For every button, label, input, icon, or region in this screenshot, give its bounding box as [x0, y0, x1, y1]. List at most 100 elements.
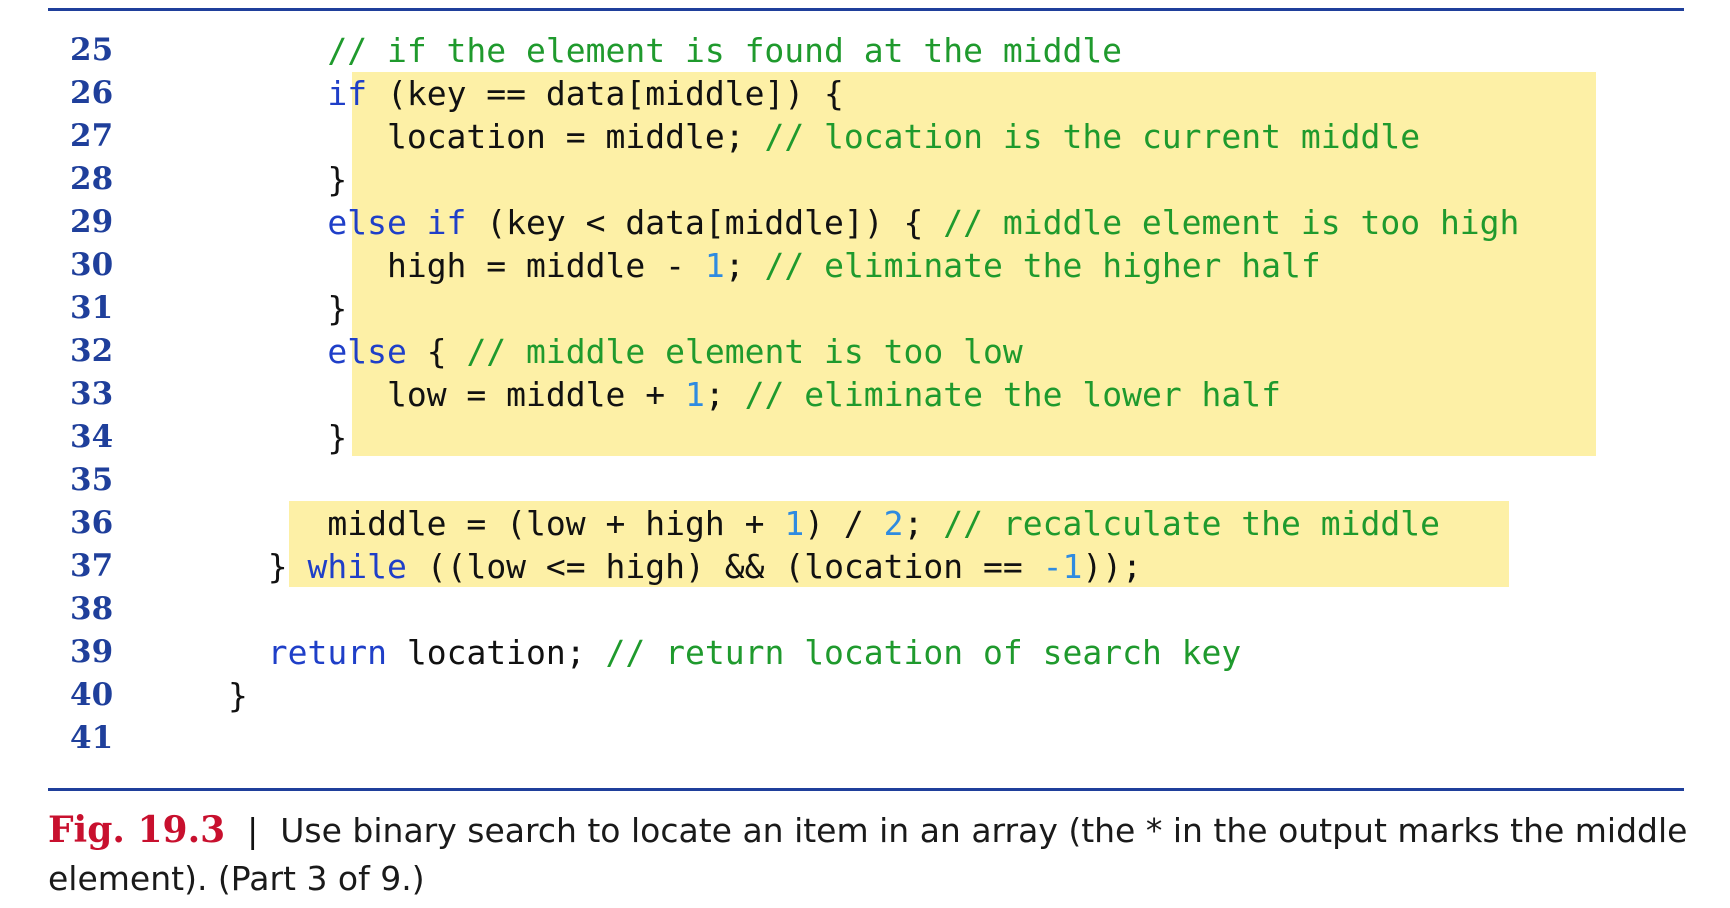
code-line: 30 high = middle - 1; // eliminate the h… [0, 244, 1730, 287]
line-number: 30 [70, 247, 114, 283]
caption-separator: | [247, 811, 259, 850]
code-text: else { // middle element is too low [228, 330, 1023, 373]
code-listing: 25 // if the element is found at the mid… [0, 29, 1730, 760]
line-number: 29 [70, 204, 114, 240]
line-number: 40 [70, 677, 114, 713]
comment-token: // middle element is too low [466, 332, 1023, 371]
code-token: low = middle + [386, 375, 685, 414]
code-text: high = middle - 1; // eliminate the high… [228, 244, 1321, 287]
code-token: )); [1082, 547, 1142, 586]
code-token: middle = (low + high + [327, 504, 785, 543]
code-token: ; [724, 246, 765, 285]
code-token: ; [903, 504, 944, 543]
code-text: if (key == data[middle]) { [228, 72, 844, 115]
comment-token: // middle element is too high [943, 203, 1520, 242]
line-number: 33 [70, 376, 114, 412]
code-token: } [327, 418, 348, 457]
code-text: else if (key < data[middle]) { // middle… [228, 201, 1519, 244]
comment-token: // eliminate the higher half [764, 246, 1321, 285]
figure-caption: Fig. 19.3 | Use binary search to locate an… [48, 806, 1688, 903]
line-number: 31 [70, 290, 114, 326]
line-number: 39 [70, 634, 114, 670]
line-number: 28 [70, 161, 114, 197]
code-text: // if the element is found at the middle [228, 29, 1122, 72]
code-text: low = middle + 1; // eliminate the lower… [228, 373, 1281, 416]
code-token: } [327, 289, 348, 328]
number-token: 1 [684, 375, 705, 414]
code-token: high = middle - [386, 246, 705, 285]
line-number: 27 [70, 118, 114, 154]
keyword-token: else [327, 332, 407, 371]
top-rule [48, 8, 1684, 11]
code-line: 32 else { // middle element is too low [0, 330, 1730, 373]
code-line: 33 low = middle + 1; // eliminate the lo… [0, 373, 1730, 416]
code-token: (key < data[middle]) { [466, 203, 944, 242]
figure-label: Fig. 19.3 [48, 809, 226, 851]
keyword-token: else if [327, 203, 467, 242]
comment-token: // location is the current middle [764, 117, 1421, 156]
code-line: 31 } [0, 287, 1730, 330]
code-line: 25 // if the element is found at the mid… [0, 29, 1730, 72]
code-text: return location; // return location of s… [228, 631, 1242, 674]
code-line: 40} [0, 674, 1730, 717]
code-line: 29 else if (key < data[middle]) { // mid… [0, 201, 1730, 244]
comment-token: // if the element is found at the middle [327, 31, 1123, 70]
comment-token: // eliminate the lower half [744, 375, 1282, 414]
code-token: } [327, 160, 348, 199]
code-token: { [406, 332, 467, 371]
line-number: 26 [70, 75, 114, 111]
keyword-token: while [307, 547, 407, 586]
code-text: } [228, 416, 347, 459]
comment-token: // recalculate the middle [943, 504, 1440, 543]
code-line: 26 if (key == data[middle]) { [0, 72, 1730, 115]
code-line: 41 [0, 717, 1730, 760]
code-token: location = middle; [386, 117, 765, 156]
code-token: ) / [804, 504, 884, 543]
keyword-token: if [327, 74, 368, 113]
code-line: 36 middle = (low + high + 1) / 2; // rec… [0, 502, 1730, 545]
number-token: 1 [704, 246, 725, 285]
code-text: } [228, 158, 347, 201]
code-line: 28 } [0, 158, 1730, 201]
code-text: } while ((low <= high) && (location == -… [228, 545, 1142, 588]
line-number: 34 [70, 419, 114, 455]
code-token: location; [386, 633, 606, 672]
line-number: 36 [70, 505, 114, 541]
line-number: 32 [70, 333, 114, 369]
code-text: } [228, 287, 347, 330]
code-token: } [267, 547, 308, 586]
code-token: } [228, 676, 248, 715]
code-token: ; [704, 375, 745, 414]
code-token: (key == data[middle]) { [367, 74, 844, 113]
code-token: ((low <= high) && (location == [406, 547, 1043, 586]
comment-token: // return location of search key [605, 633, 1242, 672]
code-line: 39 return location; // return location o… [0, 631, 1730, 674]
number-token: 2 [883, 504, 904, 543]
code-text: } [228, 674, 248, 717]
code-line: 37 } while ((low <= high) && (location =… [0, 545, 1730, 588]
number-token: 1 [784, 504, 805, 543]
line-number: 38 [70, 591, 114, 627]
bottom-rule [48, 788, 1684, 791]
line-number: 35 [70, 462, 114, 498]
code-line: 38 [0, 588, 1730, 631]
code-text: location = middle; // location is the cu… [228, 115, 1420, 158]
code-text: middle = (low + high + 1) / 2; // recalc… [228, 502, 1440, 545]
line-number: 37 [70, 548, 114, 584]
code-line: 35 [0, 459, 1730, 502]
caption-text: Use binary search to locate an item in a… [48, 811, 1688, 898]
code-line: 27 location = middle; // location is the… [0, 115, 1730, 158]
